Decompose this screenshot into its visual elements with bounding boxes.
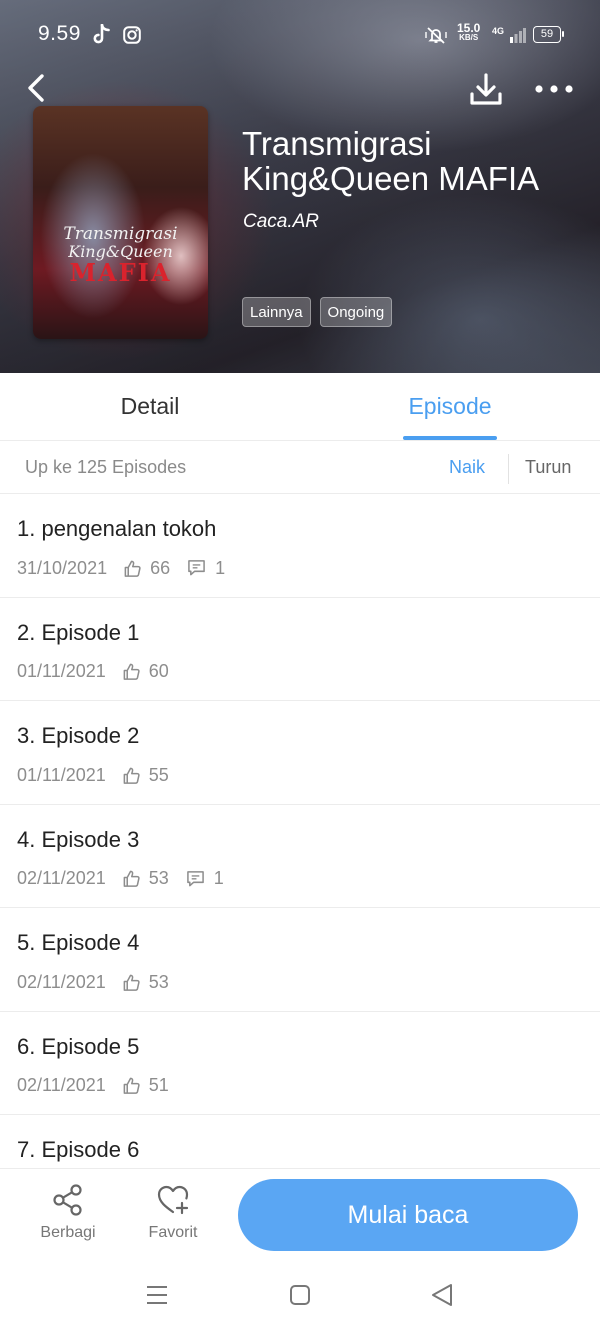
favorite-label: Favorit	[148, 1224, 198, 1241]
share-label: Berbagi	[40, 1224, 96, 1241]
tab-episode[interactable]: Episode	[300, 373, 600, 441]
cover-title-line: Transmigrasi	[63, 224, 178, 244]
episode-title: 1. pengenalan tokoh	[17, 516, 217, 541]
episode-sort-row: Up ke 125 Episodes Naik Turun	[0, 442, 600, 494]
episode-title: 5. Episode 4	[17, 930, 140, 955]
episode-meta: 02/11/2021 53 1	[17, 868, 224, 890]
episode-count: Up ke 125 Episodes	[25, 457, 187, 477]
status-time: 9.59	[38, 22, 81, 45]
tab-bar: Detail Episode	[0, 373, 600, 441]
comment-icon	[186, 870, 204, 886]
episode-likes: 60	[148, 661, 169, 681]
episode-date: 02/11/2021	[17, 868, 106, 888]
episode-item[interactable]: 2. Episode 1 01/11/2021 60	[0, 598, 600, 701]
episode-meta: 02/11/2021 51	[17, 1075, 169, 1097]
episode-item[interactable]: 3. Episode 2 01/11/2021 55	[0, 701, 600, 805]
sort-divider	[508, 454, 509, 484]
back-triangle-icon[interactable]	[430, 1283, 454, 1307]
episode-likes: 66	[150, 557, 171, 578]
status-bar: 9.59 15.0 KB/S 4G 59	[0, 0, 600, 70]
book-author[interactable]: Caca.AR	[243, 211, 319, 233]
sort-descending-button[interactable]: Turun	[525, 457, 571, 478]
episode-meta: 01/11/2021 60	[17, 661, 169, 683]
episode-date: 02/11/2021	[17, 1075, 106, 1095]
bottom-action-bar: Berbagi Favorit Mulai baca	[0, 1168, 600, 1264]
signal-icon	[510, 28, 526, 43]
episode-comments: 1	[213, 868, 224, 888]
episode-likes: 51	[148, 1075, 169, 1095]
comment-icon	[188, 560, 205, 576]
home-square-icon[interactable]	[289, 1284, 311, 1306]
episode-item[interactable]: 6. Episode 5 02/11/2021 51	[0, 1012, 600, 1115]
cover-title-line: MAFIA	[69, 258, 172, 287]
episode-meta: 31/10/2021 66 1	[17, 557, 225, 579]
sort-ascending-button[interactable]: Naik	[449, 457, 485, 478]
episode-date: 01/11/2021	[17, 764, 106, 785]
book-header: 9.59 15.0 KB/S 4G 59 Transmigrasi King&Q…	[0, 0, 600, 373]
system-navigation-bar	[0, 1264, 600, 1332]
battery-icon: 59	[533, 26, 564, 43]
instagram-icon	[123, 26, 141, 44]
thumbs-up-icon	[123, 767, 140, 784]
episode-item[interactable]: 1. pengenalan tokoh 31/10/2021 66 1	[0, 494, 600, 598]
thumbs-up-icon	[123, 870, 140, 887]
thumbs-up-icon	[123, 974, 140, 991]
episode-comments: 1	[215, 557, 226, 578]
network-type: 4G	[492, 26, 505, 36]
silent-bell-icon	[425, 27, 447, 44]
tag-status[interactable]: Ongoing	[319, 297, 393, 327]
download-icon[interactable]	[468, 72, 504, 108]
episode-meta: 02/11/2021 53	[17, 971, 169, 993]
episode-date: 01/11/2021	[17, 661, 106, 681]
share-icon	[53, 1184, 82, 1216]
episode-meta: 01/11/2021 55	[17, 764, 169, 786]
thumbs-up-icon	[123, 663, 140, 680]
start-reading-button[interactable]: Mulai baca	[238, 1179, 578, 1251]
thumbs-up-icon	[123, 1077, 140, 1094]
tab-detail[interactable]: Detail	[0, 373, 300, 441]
episode-item[interactable]: 5. Episode 4 02/11/2021 53	[0, 908, 600, 1012]
episode-date: 31/10/2021	[17, 557, 108, 578]
episode-likes: 55	[148, 764, 169, 785]
episode-item[interactable]: 4. Episode 3 02/11/2021 53 1	[0, 805, 600, 908]
episode-item[interactable]: 7. Episode 6	[0, 1115, 600, 1168]
episode-title: 6. Episode 5	[17, 1033, 140, 1059]
book-cover[interactable]: Transmigrasi King&Queen MAFIA	[33, 106, 208, 339]
share-button[interactable]: Berbagi	[23, 1183, 113, 1242]
favorite-button[interactable]: Favorit	[128, 1183, 218, 1242]
back-icon[interactable]	[24, 72, 52, 104]
tag-category[interactable]: Lainnya	[242, 297, 311, 327]
episode-list: 1. pengenalan tokoh 31/10/2021 66 1 2. E…	[0, 494, 600, 1168]
network-speed: 15.0 KB/S	[457, 21, 481, 42]
episode-title: 3. Episode 2	[17, 723, 140, 748]
more-horizontal-icon[interactable]	[534, 83, 574, 95]
episode-title: 2. Episode 1	[17, 619, 140, 645]
menu-icon[interactable]	[146, 1285, 168, 1305]
episode-title: 7. Episode 6	[17, 1137, 140, 1162]
episode-date: 02/11/2021	[17, 971, 106, 992]
thumbs-up-icon	[124, 560, 141, 577]
book-title: Transmigrasi King&Queen MAFIA	[242, 125, 540, 197]
tiktok-icon	[93, 24, 110, 44]
active-tab-indicator	[403, 436, 497, 440]
episode-likes: 53	[148, 971, 169, 992]
tag-list: Lainnya Ongoing	[242, 297, 393, 327]
heart-plus-icon	[157, 1185, 189, 1215]
episode-likes: 53	[148, 868, 169, 888]
episode-title: 4. Episode 3	[17, 826, 140, 852]
